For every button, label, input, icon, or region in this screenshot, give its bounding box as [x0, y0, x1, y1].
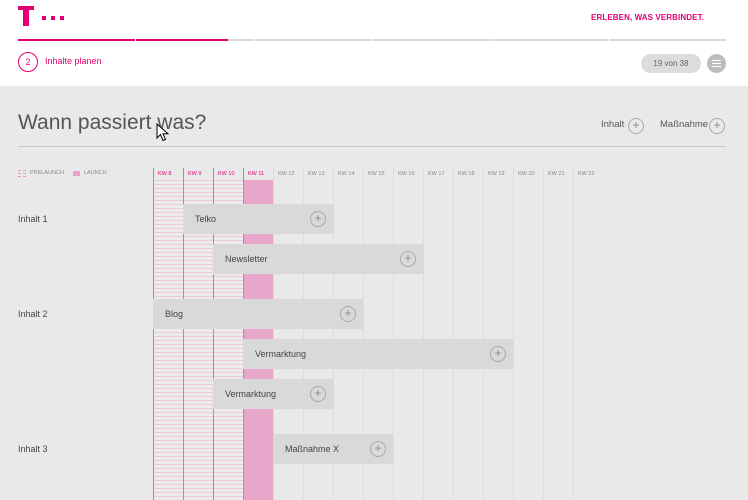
timeline-bar-telko[interactable]: Telko + — [183, 204, 333, 234]
item-counter: 19 von 38 — [641, 54, 701, 73]
week-header-kw14: KW 14 — [338, 171, 355, 177]
mouse-cursor-icon — [156, 123, 170, 142]
add-massnahme-label[interactable]: Maßnahme — [660, 119, 708, 130]
timeline-bar-label: Vermarktung — [225, 389, 277, 399]
week-header-kw12: KW 12 — [278, 171, 295, 177]
timeline-bar-label: Vermarktung — [255, 349, 307, 359]
add-plus-icon[interactable]: + — [490, 346, 506, 362]
page-title: Wann passiert was? — [18, 111, 207, 134]
brand-claim: ERLEBEN, WAS VERBINDET. — [591, 13, 704, 22]
legend-launch: LAUNCH — [84, 170, 107, 176]
row-label-inhalt-3: Inhalt 3 — [18, 444, 48, 454]
timeline-bar-label: Maßnahme X — [285, 444, 340, 454]
title-divider — [18, 146, 726, 147]
week-gridline — [573, 168, 574, 500]
progress-segment-2 — [136, 39, 228, 41]
week-header-kw8: KW 8 — [158, 171, 172, 177]
timeline-bar-blog[interactable]: Blog + — [153, 299, 363, 329]
timeline-bar-label: Newsletter — [225, 254, 268, 264]
progress-segment-2-remaining — [228, 39, 254, 41]
week-gridline — [423, 168, 424, 500]
progress-segment-4 — [373, 39, 490, 41]
progress-segment-3 — [255, 39, 372, 41]
logo-dot-icon — [60, 16, 64, 20]
week-header-kw17: KW 17 — [428, 171, 445, 177]
week-header-kw21: KW 21 — [548, 171, 565, 177]
add-plus-icon[interactable]: + — [370, 441, 386, 457]
timeline-bar-label: Blog — [165, 309, 184, 319]
week-header-kw16: KW 16 — [398, 171, 415, 177]
hamburger-icon — [712, 60, 721, 61]
step-number-badge: 2 — [18, 52, 38, 72]
legend-prelaunch: PRELAUNCH — [30, 170, 64, 176]
week-gridline — [483, 168, 484, 500]
week-gridline — [453, 168, 454, 500]
week-header-kw10: KW 10 — [218, 171, 235, 177]
logo-dot-icon — [42, 16, 46, 20]
prelaunch-legend-icon — [18, 170, 26, 177]
wizard-progress-bar — [18, 39, 726, 41]
week-gridline — [153, 168, 154, 500]
logo-dot-icon — [51, 16, 55, 20]
progress-segment-1 — [18, 39, 135, 41]
launch-legend-icon — [73, 171, 80, 176]
week-gridline — [513, 168, 514, 500]
timeline-bar-newsletter[interactable]: Newsletter + — [213, 244, 423, 274]
week-header-kw22: KW 22 — [578, 171, 595, 177]
timeline-bar-vermarktung[interactable]: Vermarktung + — [243, 339, 513, 369]
step-title: Inhalte planen — [45, 56, 102, 66]
t-logo-icon — [18, 6, 34, 26]
week-header-kw15: KW 15 — [368, 171, 385, 177]
add-inhalt-label[interactable]: Inhalt — [601, 119, 624, 130]
add-plus-icon[interactable]: + — [310, 211, 326, 227]
progress-segment-6 — [609, 39, 726, 41]
menu-button[interactable] — [707, 54, 726, 73]
week-header-kw18: KW 18 — [458, 171, 475, 177]
add-plus-icon[interactable]: + — [310, 386, 326, 402]
add-massnahme-plus-icon[interactable]: + — [709, 118, 725, 134]
week-header-kw9: KW 9 — [188, 171, 202, 177]
week-header-kw19: KW 19 — [488, 171, 505, 177]
week-gridline — [543, 168, 544, 500]
timeline-bar-label: Telko — [195, 214, 217, 224]
add-inhalt-plus-icon[interactable]: + — [628, 118, 644, 134]
timeline-bar-vermarktung-2[interactable]: Vermarktung + — [213, 379, 333, 409]
add-plus-icon[interactable]: + — [340, 306, 356, 322]
row-label-inhalt-1: Inhalt 1 — [18, 214, 48, 224]
week-header-kw13: KW 13 — [308, 171, 325, 177]
week-gridline — [393, 168, 394, 500]
week-header-kw11: KW 11 — [248, 171, 265, 177]
progress-segment-5 — [491, 39, 608, 41]
row-label-inhalt-2: Inhalt 2 — [18, 309, 48, 319]
hamburger-icon-line — [712, 66, 721, 67]
add-plus-icon[interactable]: + — [400, 251, 416, 267]
timeline-bar-massnahme-x[interactable]: Maßnahme X + — [273, 434, 393, 464]
week-header-kw20: KW 20 — [518, 171, 535, 177]
hamburger-icon-line — [712, 63, 721, 64]
app-header: ERLEBEN, WAS VERBINDET. 2 Inhalte planen… — [0, 0, 748, 86]
